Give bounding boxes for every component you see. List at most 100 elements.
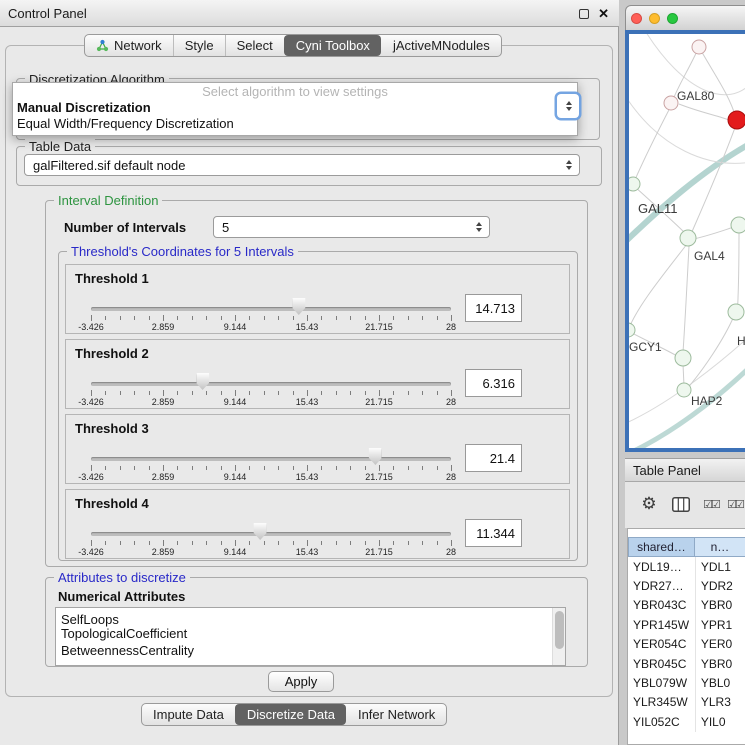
cell[interactable]: YBR0 (695, 596, 745, 615)
table-data-combo[interactable]: galFiltered.sif default node (24, 154, 580, 176)
table-row[interactable]: YER054CYER0 (628, 635, 745, 654)
tab-network[interactable]: Network (85, 35, 173, 56)
column-header-shared-name[interactable]: shared… (628, 537, 695, 557)
slider-track[interactable] (91, 382, 451, 386)
cell[interactable]: YBL0 (695, 673, 745, 692)
list-scrollbar[interactable] (552, 608, 565, 665)
apply-button[interactable]: Apply (268, 671, 334, 692)
scrollbar-thumb[interactable] (555, 611, 564, 649)
table-row[interactable]: YIL052CYIL0 (628, 712, 745, 731)
algorithm-combo-stepper[interactable] (557, 94, 579, 118)
table-row[interactable]: YLR345WYLR3 (628, 693, 745, 712)
column-header-name[interactable]: n… (695, 537, 745, 557)
float-window-icon[interactable] (579, 9, 589, 19)
slider-thumb[interactable] (369, 448, 382, 465)
cell[interactable]: YPR145W (628, 618, 695, 632)
dropdown-option-manual-discretization[interactable]: Manual Discretization (13, 100, 577, 116)
gear-icon[interactable]: ⚙ (638, 492, 660, 516)
slider-track[interactable] (91, 532, 451, 536)
slider-thumb[interactable] (196, 373, 209, 390)
network-node-hap2[interactable] (677, 383, 691, 397)
threshold-value-field[interactable]: 21.4 (465, 444, 522, 472)
table-row[interactable]: YDL19…YDL1 (628, 557, 745, 576)
table-row[interactable]: YBL079WYBL0 (628, 673, 745, 692)
tab-style[interactable]: Style (173, 35, 225, 56)
network-node[interactable] (728, 304, 744, 320)
columns-icon[interactable] (670, 492, 692, 516)
slider-tick (134, 391, 135, 395)
table-panel-header[interactable]: Table Panel (625, 458, 745, 482)
threshold-slider[interactable]: -3.4262.8599.14415.4321.71528 (91, 490, 451, 560)
threshold-value-field[interactable]: 14.713 (465, 294, 522, 322)
table-row[interactable]: YDR27…YDR2 (628, 576, 745, 595)
threshold-slider[interactable]: -3.4262.8599.14415.4321.71528 (91, 415, 451, 485)
threshold-slider[interactable]: -3.4262.8599.14415.4321.71528 (91, 340, 451, 410)
network-node-gal4[interactable] (680, 230, 696, 246)
cell[interactable]: YER0 (695, 635, 745, 654)
numerical-attributes-list[interactable]: SelfLoops TopologicalCoefficient Between… (55, 607, 566, 666)
minimize-traffic-light-icon[interactable] (649, 13, 660, 24)
cell[interactable]: YDR27… (628, 579, 695, 593)
table-row[interactable]: YPR145WYPR1 (628, 615, 745, 634)
tab-label: Discretize Data (247, 707, 335, 722)
cell[interactable]: YER054C (628, 637, 695, 651)
select-rows-icon[interactable]: ☑☑ (724, 492, 745, 516)
network-window-titlebar[interactable] (625, 5, 745, 30)
cell[interactable]: YBL079W (628, 676, 695, 690)
tab-select[interactable]: Select (225, 35, 284, 56)
scale-label: 28 (446, 322, 456, 332)
cell[interactable]: YDL19… (628, 560, 695, 574)
cell[interactable]: YLR345W (628, 695, 695, 709)
cell[interactable]: YDL1 (695, 557, 745, 576)
cell[interactable]: YIL052C (628, 715, 695, 729)
list-item[interactable]: SelfLoops (56, 608, 565, 625)
cell[interactable]: YBR045C (628, 657, 695, 671)
list-item[interactable]: BetweennessCentrality (56, 642, 565, 659)
slider-tick (365, 466, 366, 470)
threshold-value-field[interactable]: 6.316 (465, 369, 522, 397)
control-panel-titlebar[interactable]: Control Panel ✕ (0, 0, 619, 27)
cell[interactable]: YBR043C (628, 598, 695, 612)
cell[interactable]: YDR2 (695, 576, 745, 595)
tab-impute-data[interactable]: Impute Data (142, 704, 235, 725)
tab-jactivemnodules[interactable]: jActiveMNodules (381, 35, 501, 56)
slider-thumb[interactable] (254, 523, 267, 540)
slider-tick (163, 315, 164, 321)
network-canvas[interactable]: GAL80 GAL11 GAL4 GCY1 HAP2 H (629, 34, 745, 448)
slider-thumb[interactable] (292, 298, 305, 315)
network-node[interactable] (692, 40, 706, 54)
table-row[interactable]: YBR045CYBR0 (628, 654, 745, 673)
zoom-traffic-light-icon[interactable] (667, 13, 678, 24)
slider-tick (163, 540, 164, 546)
slider-track[interactable] (91, 457, 451, 461)
dropdown-option-equal-width-frequency[interactable]: Equal Width/Frequency Discretization (13, 116, 577, 132)
list-item[interactable]: TopologicalCoefficient (56, 625, 565, 642)
cell[interactable]: YPR1 (695, 615, 745, 634)
table-row[interactable]: YBR043CYBR0 (628, 596, 745, 615)
threshold-value-field[interactable]: 11.344 (465, 519, 522, 547)
network-node-gcy1[interactable] (629, 323, 635, 337)
close-icon[interactable]: ✕ (598, 7, 609, 20)
network-node-selected-red[interactable] (728, 111, 745, 129)
threshold-slider[interactable]: -3.4262.8599.14415.4321.71528 (91, 265, 451, 335)
tab-infer-network[interactable]: Infer Network (346, 704, 446, 725)
cell[interactable]: YIL0 (695, 712, 745, 731)
attributes-group-title: Attributes to discretize (54, 570, 190, 585)
network-node[interactable] (675, 350, 691, 366)
network-node-gal11[interactable] (629, 177, 640, 191)
tab-discretize-data[interactable]: Discretize Data (235, 704, 346, 725)
scale-label: -3.426 (78, 547, 104, 557)
threshold-2-panel: Threshold 2 -3.4262.8599.14415.4321.7152… (65, 339, 570, 409)
close-traffic-light-icon[interactable] (631, 13, 642, 24)
tab-cyni-toolbox[interactable]: Cyni Toolbox (284, 35, 381, 56)
slider-tick (120, 316, 121, 320)
cell[interactable]: YBR0 (695, 654, 745, 673)
slider-track[interactable] (91, 307, 451, 311)
network-node-gal80[interactable] (664, 96, 678, 110)
select-columns-icon[interactable]: ☑☑ (700, 492, 722, 516)
slider-tick (393, 541, 394, 545)
slider-tick (149, 316, 150, 320)
network-node[interactable] (731, 217, 745, 233)
number-of-intervals-combo[interactable]: 5 (213, 216, 490, 238)
cell[interactable]: YLR3 (695, 693, 745, 712)
